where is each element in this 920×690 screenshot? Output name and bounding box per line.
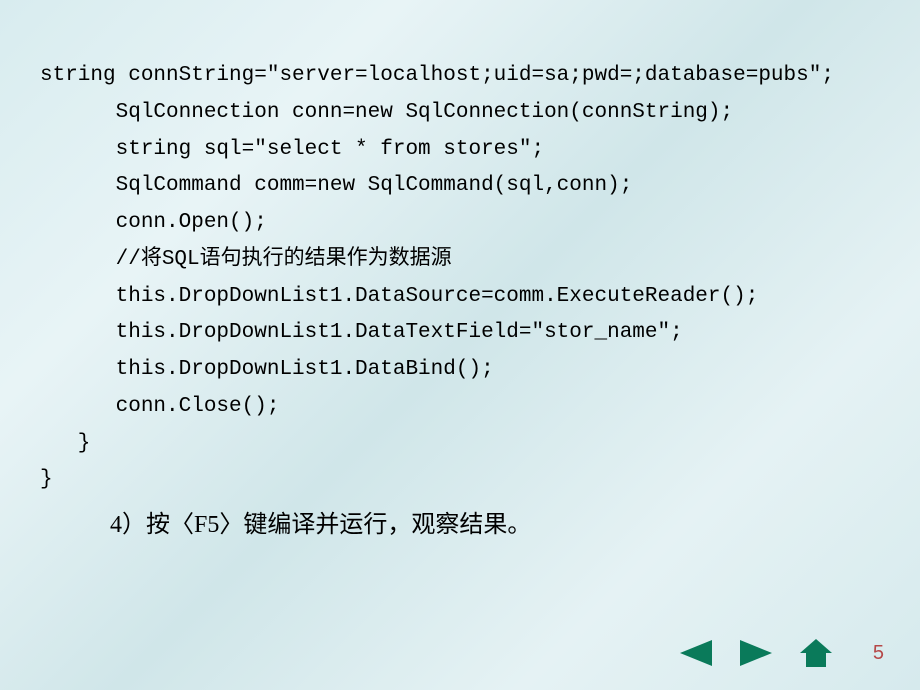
nav-controls: 5 — [675, 638, 884, 668]
code-block: string connString="server=localhost;uid=… — [40, 58, 880, 499]
code-line: //将SQL语句执行的结果作为数据源 — [40, 248, 452, 271]
code-line: conn.Open(); — [40, 211, 267, 234]
arrow-left-icon — [680, 640, 712, 666]
code-line: SqlConnection conn=new SqlConnection(con… — [40, 101, 733, 124]
arrow-right-icon — [740, 640, 772, 666]
code-line: this.DropDownList1.DataBind(); — [40, 358, 494, 381]
home-button[interactable] — [795, 638, 837, 668]
page-number: 5 — [873, 642, 884, 665]
code-line: string sql="select * from stores"; — [40, 138, 544, 161]
instruction-text: 4）按〈F5〉键编译并运行，观察结果。 — [110, 504, 531, 539]
code-line: SqlCommand comm=new SqlCommand(sql,conn)… — [40, 174, 632, 197]
next-button[interactable] — [735, 638, 777, 668]
code-line: } — [40, 468, 53, 491]
prev-button[interactable] — [675, 638, 717, 668]
home-icon — [800, 639, 832, 667]
code-line: string connString="server=localhost;uid=… — [40, 64, 834, 87]
code-line: conn.Close(); — [40, 395, 279, 418]
code-line: this.DropDownList1.DataTextField="stor_n… — [40, 321, 683, 344]
code-line: this.DropDownList1.DataSource=comm.Execu… — [40, 285, 758, 308]
code-line: } — [40, 432, 90, 455]
